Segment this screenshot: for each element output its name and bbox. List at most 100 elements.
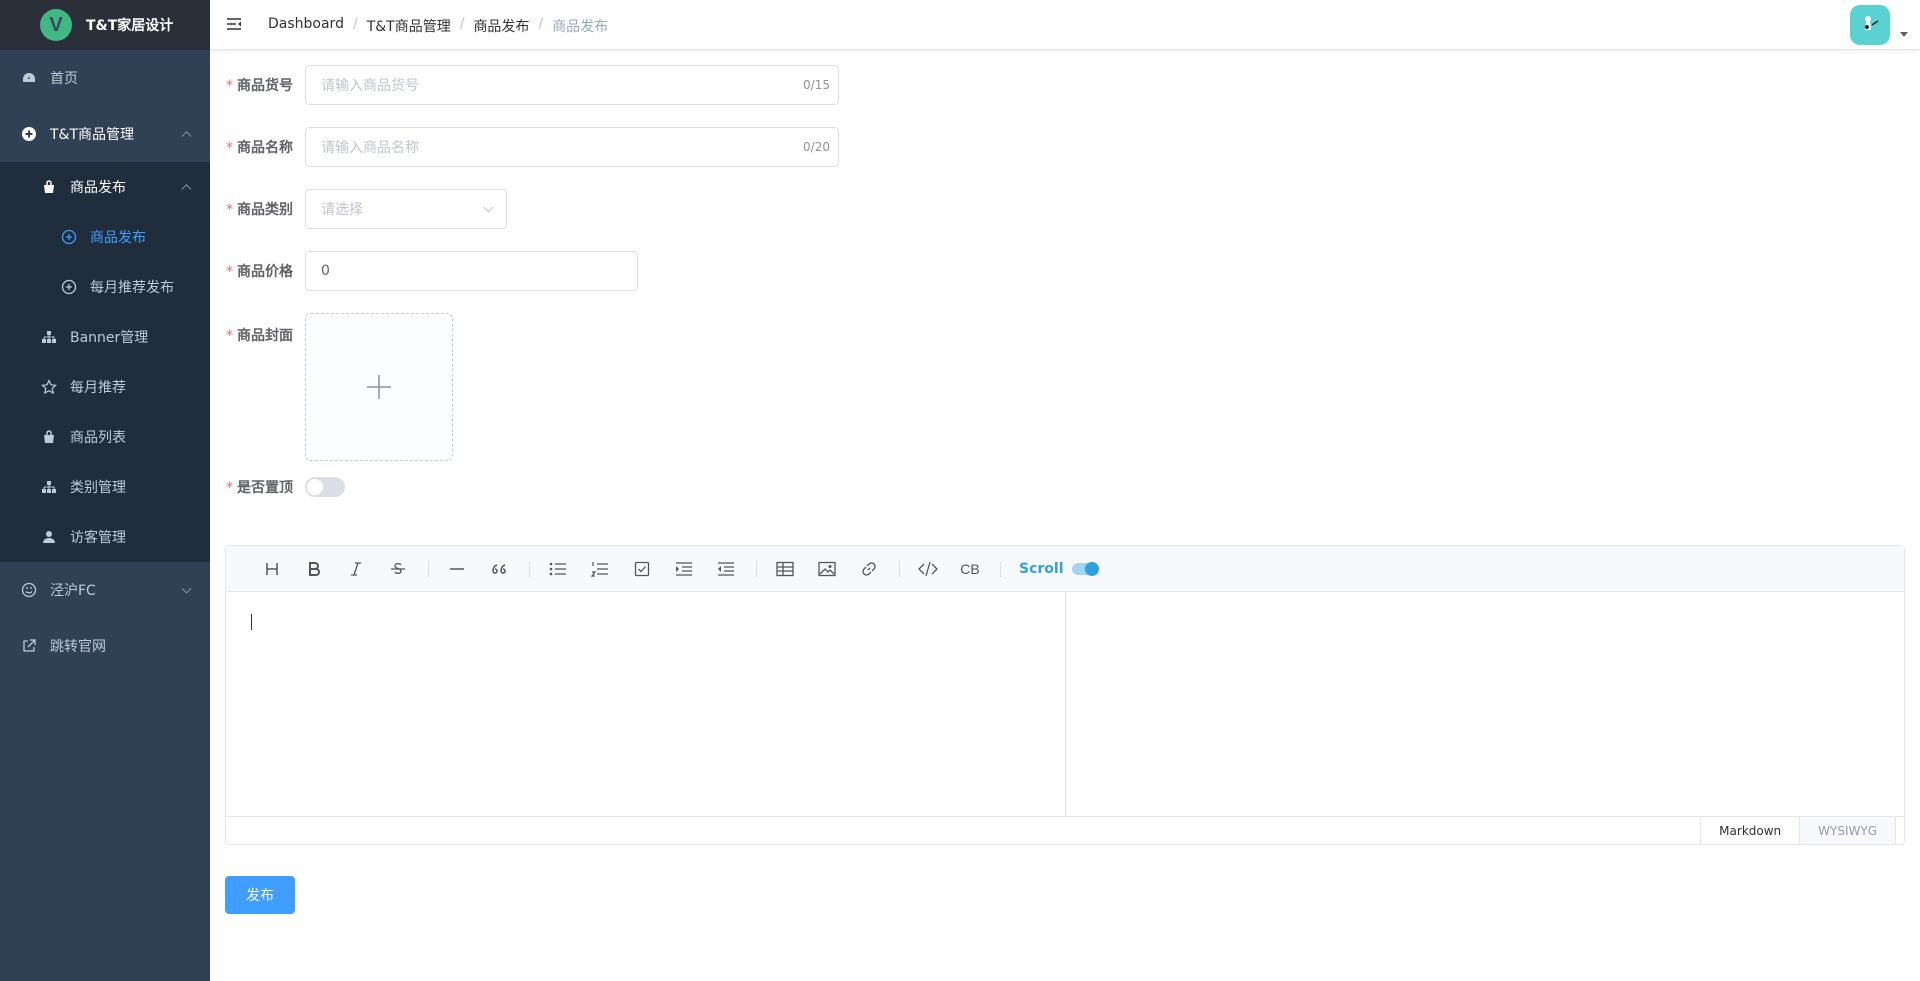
horizontal-rule-icon[interactable] — [441, 553, 473, 585]
plus-circle-outline-icon — [60, 228, 78, 246]
table-icon[interactable] — [769, 553, 801, 585]
sidebar-item-label: 访客管理 — [70, 530, 126, 546]
smile-icon — [20, 581, 38, 599]
image-icon[interactable] — [811, 553, 843, 585]
sidebar-item-category[interactable]: 类别管理 — [0, 462, 210, 512]
plus-circle-icon — [20, 125, 38, 143]
breadcrumb-item[interactable]: Dashboard — [268, 16, 344, 36]
code-block-icon[interactable]: CB — [954, 553, 986, 585]
sidebar-item-goods-publish-group[interactable]: 商品发布 — [0, 162, 210, 212]
sidebar-item-label: T&T商品管理 — [50, 127, 135, 143]
editor-panes — [226, 592, 1904, 817]
sku-input[interactable]: 请输入商品货号 0/15 — [305, 65, 839, 105]
required-mark: * — [226, 140, 233, 156]
markdown-editor: CB Scroll Markdown WYSIWYG — [225, 545, 1905, 845]
sidebar-item-goods-list[interactable]: 商品列表 — [0, 412, 210, 462]
name-label-text: 商品名称 — [237, 140, 293, 156]
chevron-down-icon — [181, 583, 192, 594]
bullet-list-icon[interactable] — [542, 553, 574, 585]
sidebar-item-label: 每月推荐发布 — [90, 280, 174, 296]
name-label: * 商品名称 — [225, 137, 305, 157]
form-item-cover: * 商品封面 — [225, 313, 453, 461]
ordered-list-icon[interactable] — [584, 553, 616, 585]
link-icon[interactable] — [853, 553, 885, 585]
pinned-switch[interactable] — [305, 477, 345, 497]
pinned-label: * 是否置顶 — [225, 477, 305, 497]
sidebar-item-label: 每月推荐 — [70, 380, 126, 396]
sidebar-menu: 首页 T&T商品管理 商品发布 商品发布 每月推荐发布 Banner管理 每月推… — [0, 50, 210, 674]
sidebar-item-goods-publish[interactable]: 商品发布 — [0, 212, 210, 262]
heading-icon[interactable] — [256, 553, 288, 585]
external-link-icon — [20, 637, 38, 655]
sidebar-item-label: 类别管理 — [70, 480, 126, 496]
price-label: * 商品价格 — [225, 261, 305, 281]
markdown-mode-tab[interactable]: Markdown — [1700, 817, 1800, 844]
bold-icon[interactable] — [298, 553, 330, 585]
chevron-up-icon — [181, 184, 192, 195]
caret-down-icon[interactable] — [1900, 32, 1908, 37]
wysiwyg-mode-tab[interactable]: WYSIWYG — [1799, 817, 1896, 844]
chevron-up-icon — [181, 131, 192, 142]
required-mark: * — [226, 328, 233, 344]
name-input[interactable]: 请输入商品名称 0/20 — [305, 127, 839, 167]
name-char-count: 0/20 — [803, 140, 830, 154]
breadcrumb-separator: / — [352, 16, 358, 32]
form-item-name: * 商品名称 请输入商品名称 0/20 — [225, 127, 839, 167]
sidebar-item-monthly[interactable]: 每月推荐 — [0, 362, 210, 412]
avatar-figure-icon — [1865, 16, 1879, 30]
price-label-text: 商品价格 — [237, 264, 293, 280]
sidebar-item-banner[interactable]: Banner管理 — [0, 312, 210, 362]
plus-icon — [367, 375, 391, 399]
code-icon[interactable] — [912, 553, 944, 585]
shopping-bag-icon — [40, 178, 58, 196]
sidebar-item-jinghu-fc[interactable]: 泾沪FC — [0, 562, 210, 618]
outdent-icon[interactable] — [710, 553, 742, 585]
form-item-category: * 商品类别 请选择 — [225, 189, 507, 229]
name-placeholder: 请输入商品名称 — [321, 140, 419, 156]
sidebar-item-tt-goods[interactable]: T&T商品管理 — [0, 106, 210, 162]
form-item-pinned: * 是否置顶 — [225, 477, 345, 497]
sidebar: V T&T家居设计 首页 T&T商品管理 商品发布 商品发布 每月推荐发布 Ba… — [0, 0, 210, 981]
indent-icon[interactable] — [668, 553, 700, 585]
publish-button[interactable]: 发布 — [225, 876, 295, 914]
required-mark: * — [226, 264, 233, 280]
sidebar-item-official-site[interactable]: 跳转官网 — [0, 618, 210, 674]
avatar[interactable] — [1850, 5, 1890, 45]
sku-char-count: 0/15 — [803, 78, 830, 92]
scroll-sync-label: Scroll — [1019, 560, 1064, 577]
sidebar-item-monthly-publish[interactable]: 每月推荐发布 — [0, 262, 210, 312]
sidebar-item-home[interactable]: 首页 — [0, 50, 210, 106]
required-mark: * — [226, 202, 233, 218]
navbar: Dashboard / T&T商品管理 / 商品发布 / 商品发布 — [210, 0, 1920, 50]
editor-toolbar: CB Scroll — [226, 546, 1904, 592]
hamburger-icon[interactable] — [226, 16, 242, 36]
form-item-price: * 商品价格 0 — [225, 251, 638, 291]
italic-icon[interactable] — [340, 553, 372, 585]
category-label: * 商品类别 — [225, 199, 305, 219]
plus-circle-outline-icon — [60, 278, 78, 296]
sidebar-logo[interactable]: V T&T家居设计 — [0, 0, 210, 50]
sidebar-item-visitors[interactable]: 访客管理 — [0, 512, 210, 562]
toolbar-divider — [1000, 560, 1001, 577]
strikethrough-icon[interactable] — [382, 553, 414, 585]
markdown-input-pane[interactable] — [226, 592, 1066, 817]
tree-icon — [40, 478, 58, 496]
breadcrumb-item[interactable]: 商品发布 — [473, 16, 529, 36]
form-item-sku: * 商品货号 请输入商品货号 0/15 — [225, 65, 839, 105]
task-list-icon[interactable] — [626, 553, 658, 585]
sidebar-item-label: 跳转官网 — [50, 639, 106, 655]
cover-upload[interactable] — [305, 313, 453, 461]
price-value: 0 — [321, 263, 330, 279]
price-input[interactable]: 0 — [305, 251, 638, 291]
category-placeholder: 请选择 — [321, 202, 363, 218]
pinned-label-text: 是否置顶 — [237, 480, 293, 496]
breadcrumb-separator: / — [459, 16, 465, 32]
logo-mark: V — [40, 9, 72, 41]
sku-label: * 商品货号 — [225, 75, 305, 95]
category-select[interactable]: 请选择 — [305, 189, 507, 229]
sku-placeholder: 请输入商品货号 — [321, 78, 419, 94]
quote-icon[interactable] — [483, 553, 515, 585]
cover-label: * 商品封面 — [225, 313, 305, 345]
breadcrumb-item[interactable]: T&T商品管理 — [367, 16, 451, 36]
scroll-sync-toggle[interactable] — [1071, 561, 1099, 576]
